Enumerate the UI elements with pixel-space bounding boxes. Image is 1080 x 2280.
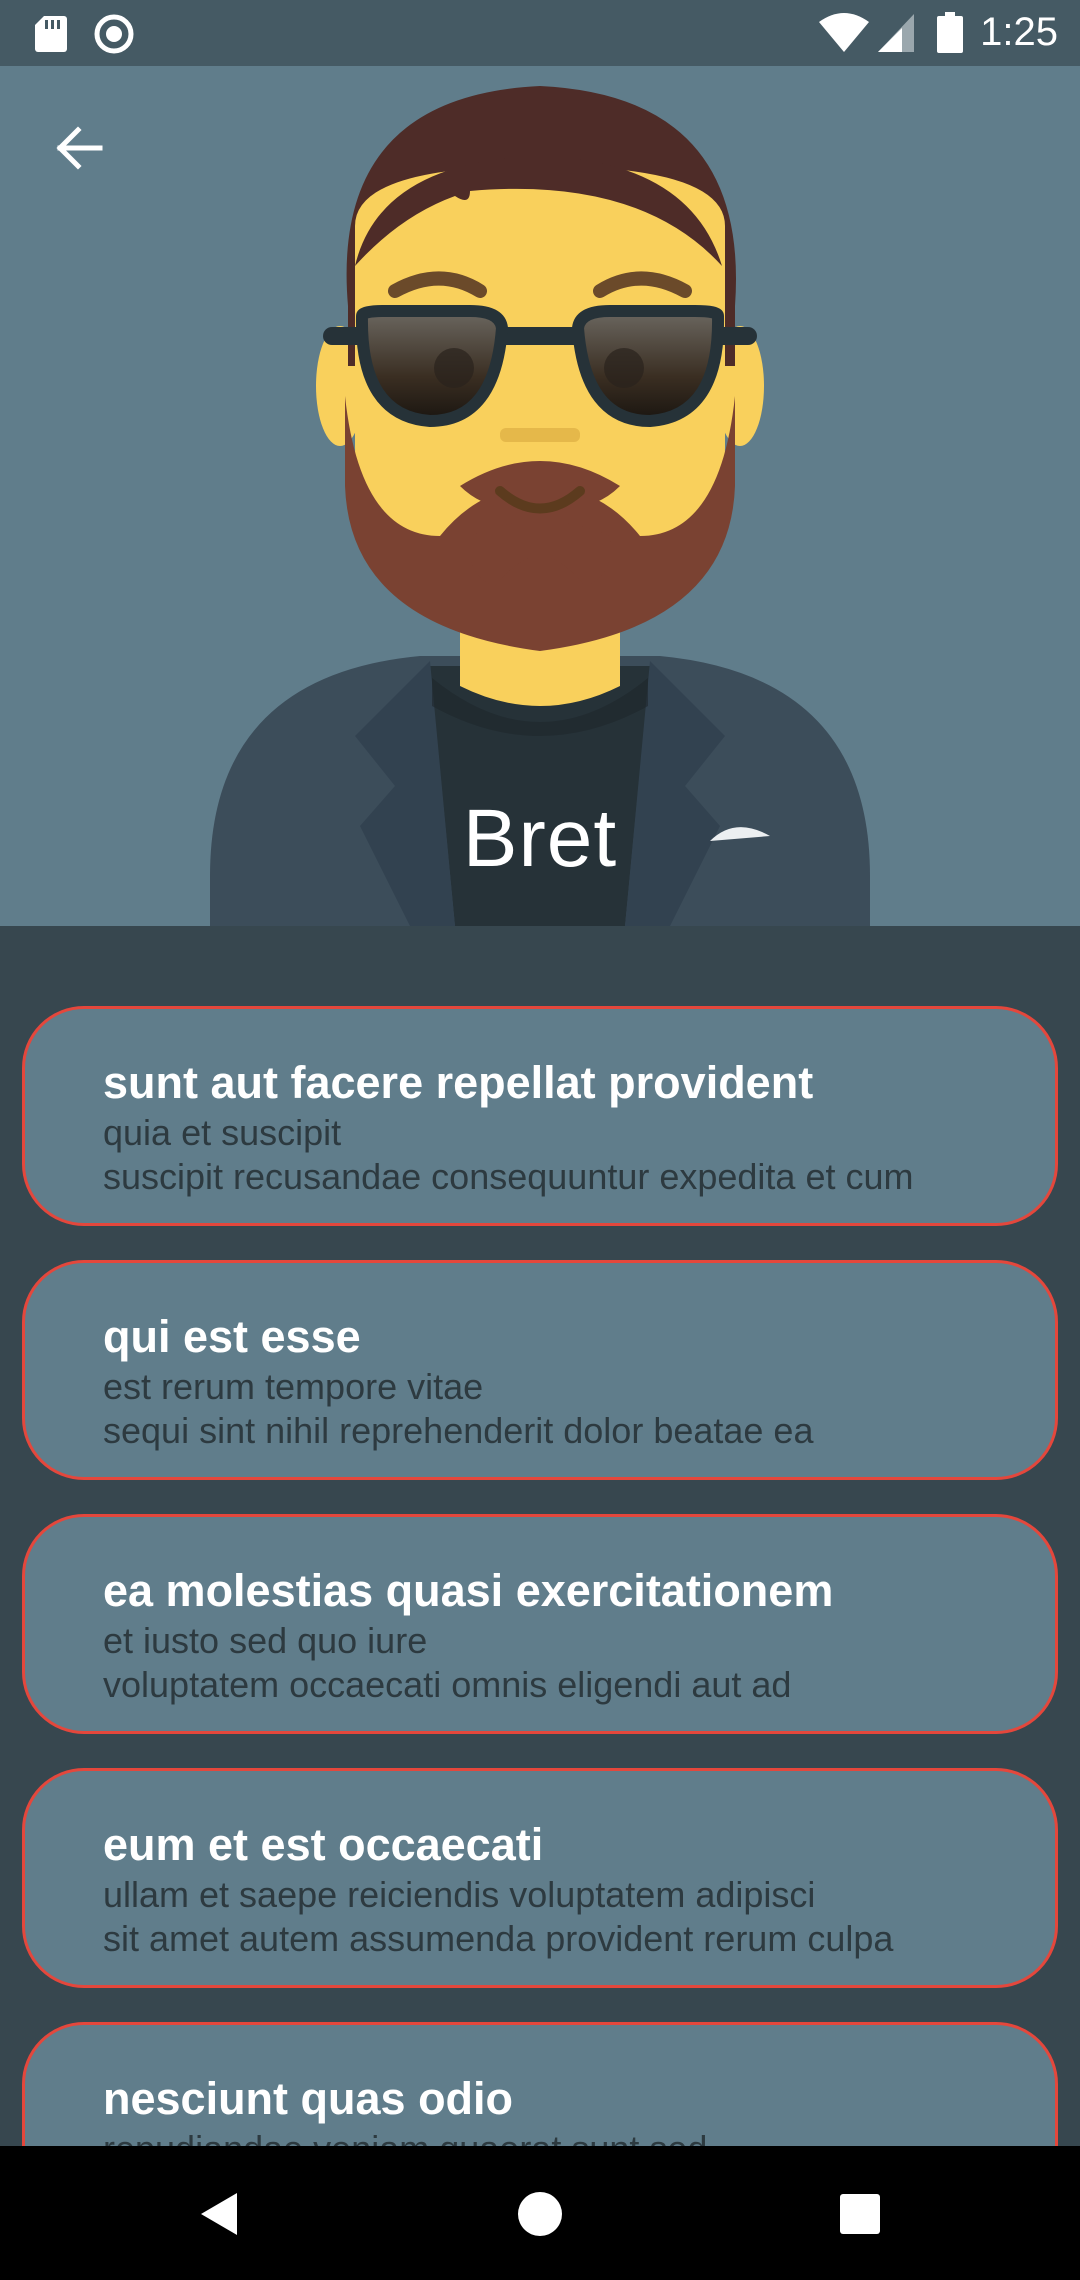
post-card[interactable]: ea molestias quasi exercitationem et ius…	[22, 1514, 1058, 1734]
nav-recents-icon	[840, 2194, 880, 2234]
post-body: repudiandae veniam quaerat sunt sed	[103, 2127, 1005, 2146]
post-title: nesciunt quas odio	[103, 2073, 514, 2124]
post-title: eum et est occaecati	[103, 1819, 544, 1870]
nav-recents-button[interactable]	[820, 2174, 900, 2254]
post-list[interactable]: sunt aut facere repellat provident quia …	[0, 926, 1080, 2146]
status-clock: 1:25	[980, 10, 1058, 54]
post-title: ea molestias quasi exercitationem	[103, 1565, 834, 1616]
post-body: ullam et saepe reiciendis voluptatem adi…	[103, 1874, 894, 1959]
sync-icon	[94, 14, 134, 54]
post-card[interactable]: qui est esse est rerum tempore vitae seq…	[22, 1260, 1058, 1480]
profile-header: Bret	[0, 66, 1080, 926]
post-title: sunt aut facere repellat provident	[103, 1057, 814, 1108]
signal-icon	[878, 14, 914, 52]
arrow-back-icon	[56, 126, 103, 170]
post-card[interactable]: sunt aut facere repellat provident quia …	[22, 1006, 1058, 1226]
wifi-icon	[819, 13, 869, 52]
post-list-screen: 1:25 Bret sunt aut facere repellat provi…	[0, 0, 1080, 2280]
nav-home-button[interactable]	[500, 2174, 580, 2254]
post-body: et iusto sed quo iure voluptatem occaeca…	[103, 1620, 792, 1705]
nav-back-icon	[201, 2193, 237, 2235]
post-title: qui est esse	[103, 1311, 361, 1362]
post-body: est rerum tempore vitae sequi sint nihil…	[103, 1366, 814, 1451]
post-card[interactable]: nesciunt quas odio repudiandae veniam qu…	[22, 2022, 1058, 2146]
post-card[interactable]: eum et est occaecati ullam et saepe reic…	[22, 1768, 1058, 1988]
navigation-bar	[0, 2146, 1080, 2280]
battery-icon	[937, 12, 963, 53]
sd-card-icon	[35, 16, 67, 52]
back-button[interactable]	[40, 110, 116, 186]
post-body: quia et suscipit suscipit recusandae con…	[103, 1112, 914, 1197]
nav-back-button[interactable]	[180, 2174, 260, 2254]
profile-name: Bret	[462, 793, 618, 884]
status-bar: 1:25	[0, 0, 1080, 66]
nav-home-icon	[518, 2192, 562, 2236]
